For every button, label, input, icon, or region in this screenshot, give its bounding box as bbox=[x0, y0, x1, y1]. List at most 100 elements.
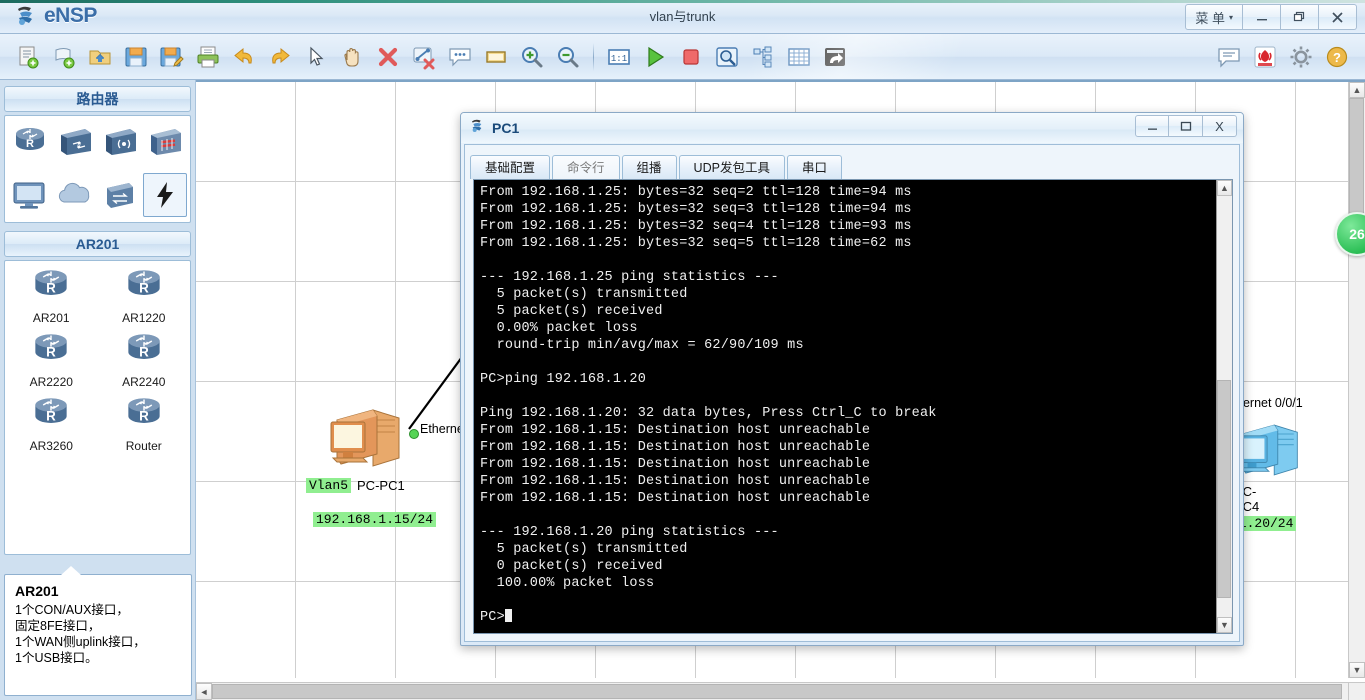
terminal-line: 0.00% packet loss bbox=[480, 321, 638, 336]
terminal-line: From 192.168.1.15: Destination host unre… bbox=[480, 457, 871, 472]
device-type-row-1: R bbox=[5, 116, 190, 168]
capture-packet-icon[interactable] bbox=[711, 41, 743, 73]
terminal-line: --- 192.168.1.20 ping statistics --- bbox=[480, 525, 779, 540]
tab-basic-config[interactable]: 基础配置 bbox=[470, 155, 551, 179]
terminal-scroll-up-arrow-icon[interactable]: ▲ bbox=[1217, 180, 1232, 196]
pc1-minimize-button[interactable] bbox=[1135, 115, 1169, 137]
restore-button[interactable] bbox=[1281, 4, 1319, 30]
delete-link-icon[interactable] bbox=[408, 41, 440, 73]
redo-icon[interactable] bbox=[264, 41, 296, 73]
terminal-vscroll-thumb[interactable] bbox=[1217, 380, 1231, 598]
delete-icon[interactable] bbox=[372, 41, 404, 73]
terminal-line: 5 packet(s) received bbox=[480, 304, 663, 319]
model-label: AR2240 bbox=[122, 375, 166, 389]
model-label: AR2220 bbox=[29, 375, 73, 389]
chevron-down-icon: ▾ bbox=[1228, 12, 1233, 22]
topology-tree-icon[interactable] bbox=[747, 41, 779, 73]
node-label-pc1: PC-PC1 bbox=[357, 478, 405, 493]
start-device-icon[interactable] bbox=[639, 41, 671, 73]
pc1-window[interactable]: PC1 X 基础配置 命令行 组播 UDP发包工具 串口 From 192.16… bbox=[460, 112, 1244, 646]
cloud-icon[interactable] bbox=[53, 174, 95, 216]
open-folder-icon[interactable] bbox=[84, 41, 116, 73]
add-shape-icon[interactable] bbox=[480, 41, 512, 73]
terminal-line: --- 192.168.1.25 ping statistics --- bbox=[480, 270, 779, 285]
zoom-in-icon[interactable] bbox=[516, 41, 548, 73]
hand-pan-icon[interactable] bbox=[336, 41, 368, 73]
pc1-tab-strip: 基础配置 命令行 组播 UDP发包工具 串口 bbox=[465, 145, 1239, 179]
vlan-tag-pc1: Vlan5 bbox=[306, 478, 352, 493]
svg-text:R: R bbox=[46, 281, 56, 296]
new-topology-icon[interactable] bbox=[12, 41, 44, 73]
window-controls: 菜 单 ▾ bbox=[1185, 2, 1357, 32]
description-line: 1个WAN侧uplink接口， bbox=[15, 635, 146, 649]
zoom-out-icon[interactable] bbox=[552, 41, 584, 73]
pc1-window-controls: X bbox=[1135, 115, 1237, 137]
print-icon[interactable] bbox=[192, 41, 224, 73]
stop-device-icon[interactable] bbox=[675, 41, 707, 73]
add-note-icon[interactable] bbox=[444, 41, 476, 73]
model-label: AR201 bbox=[32, 311, 70, 325]
undo-icon[interactable] bbox=[228, 41, 260, 73]
description-line: 1个CON/AUX接口， bbox=[15, 603, 129, 617]
pc1-terminal-output: From 192.168.1.25: bytes=32 seq=2 ttl=12… bbox=[474, 180, 1218, 633]
terminal-line: From 192.168.1.15: Destination host unre… bbox=[480, 423, 871, 438]
scroll-up-arrow-icon[interactable]: ▲ bbox=[1349, 82, 1365, 98]
model-label: AR1220 bbox=[122, 311, 166, 325]
pc1-title-bar: PC1 X bbox=[461, 113, 1243, 143]
huawei-logo-icon[interactable] bbox=[1249, 41, 1281, 73]
switch-icon[interactable] bbox=[54, 121, 96, 163]
description-line: 固定8FE接口， bbox=[15, 619, 101, 633]
close-button[interactable] bbox=[1319, 4, 1357, 30]
terminal-vertical-scrollbar[interactable]: ▲ ▼ bbox=[1216, 180, 1232, 633]
model-item[interactable]: R AR2240 bbox=[98, 331, 191, 389]
wan-device-icon[interactable] bbox=[98, 174, 140, 216]
pointer-icon[interactable] bbox=[300, 41, 332, 73]
minimize-button[interactable] bbox=[1243, 4, 1281, 30]
terminal-line: 5 packet(s) transmitted bbox=[480, 542, 688, 557]
model-item[interactable]: R Router bbox=[98, 395, 191, 453]
terminal-scroll-down-arrow-icon[interactable]: ▼ bbox=[1217, 617, 1232, 633]
menu-button[interactable]: 菜 单 ▾ bbox=[1185, 4, 1243, 30]
main-toolbar: 1:1 ? bbox=[0, 34, 1365, 80]
actual-size-icon[interactable]: 1:1 bbox=[603, 41, 635, 73]
tab-udp-tool[interactable]: UDP发包工具 bbox=[678, 155, 785, 179]
wlan-ap-icon[interactable] bbox=[99, 121, 141, 163]
pc1-close-button[interactable]: X bbox=[1203, 115, 1237, 137]
firewall-icon[interactable] bbox=[144, 121, 186, 163]
tab-multicast[interactable]: 组播 bbox=[621, 155, 677, 179]
model-label: Router bbox=[125, 439, 162, 453]
canvas-vscroll-thumb[interactable] bbox=[1349, 98, 1364, 218]
custom-device-icon[interactable] bbox=[142, 173, 187, 217]
router-icon[interactable]: R bbox=[9, 121, 51, 163]
brand-name: eNSP bbox=[44, 4, 97, 27]
terminal-line: From 192.168.1.15: Destination host unre… bbox=[480, 440, 871, 455]
model-item[interactable]: R AR2220 bbox=[5, 331, 98, 389]
ip-tag-pc1: 192.168.1.15/24 bbox=[313, 512, 437, 527]
svg-text:?: ? bbox=[1333, 50, 1341, 65]
endpoint-pc-icon[interactable] bbox=[8, 174, 50, 216]
canvas-vertical-scrollbar[interactable]: ▲ ▼ bbox=[1348, 82, 1365, 678]
model-item[interactable]: R AR201 bbox=[5, 267, 98, 325]
pc1-maximize-button[interactable] bbox=[1169, 115, 1203, 137]
settings-gear-icon[interactable] bbox=[1285, 41, 1317, 73]
scroll-left-arrow-icon[interactable]: ◄ bbox=[196, 683, 212, 700]
model-item[interactable]: R AR1220 bbox=[98, 267, 191, 325]
save-icon[interactable] bbox=[120, 41, 152, 73]
model-item[interactable]: R AR3260 bbox=[5, 395, 98, 453]
grid-icon[interactable] bbox=[783, 41, 815, 73]
scroll-down-arrow-icon[interactable]: ▼ bbox=[1349, 662, 1365, 678]
canvas-hscroll-thumb[interactable] bbox=[212, 684, 1342, 699]
help-icon[interactable]: ? bbox=[1321, 41, 1353, 73]
device-model-grid: R AR201 R AR1220 R AR2220 R AR2240 R AR3… bbox=[5, 261, 190, 459]
restore-view-icon[interactable] bbox=[819, 41, 851, 73]
scrollbar-corner bbox=[1348, 682, 1365, 700]
save-as-icon[interactable] bbox=[156, 41, 188, 73]
tab-command-line[interactable]: 命令行 bbox=[552, 155, 620, 179]
menu-button-label: 菜 单 bbox=[1195, 10, 1225, 26]
tab-serial-port[interactable]: 串口 bbox=[786, 155, 842, 179]
comment-icon[interactable] bbox=[1213, 41, 1245, 73]
canvas-horizontal-scrollbar[interactable]: ◄ bbox=[196, 682, 1349, 700]
node-pc-pc1[interactable]: Ethernet 0/0 Vlan5 PC-PC1 192.168.1.15/2… bbox=[306, 402, 488, 527]
pc1-terminal[interactable]: From 192.168.1.25: bytes=32 seq=2 ttl=12… bbox=[473, 179, 1233, 634]
new-device-icon[interactable] bbox=[48, 41, 80, 73]
